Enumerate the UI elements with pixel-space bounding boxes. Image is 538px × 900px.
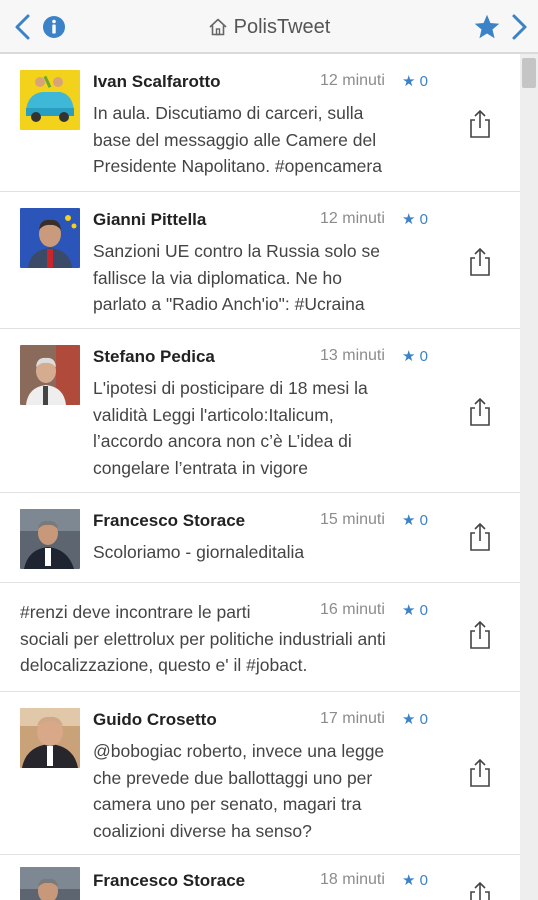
tweet-time: 17 minuti bbox=[320, 710, 385, 727]
tweet-item[interactable]: Stefano Pedica 13 minuti ★ 0 L'ipotesi d… bbox=[0, 329, 520, 493]
share-button[interactable] bbox=[466, 522, 494, 552]
tweet-text-line: parlato a "Radio Anch'io": #Ucraina bbox=[93, 294, 365, 314]
tweet-time: 12 minuti bbox=[320, 72, 385, 89]
app-header: PolisTweet bbox=[0, 0, 538, 54]
tweet-text-line: #renzi deve incontrare le parti bbox=[20, 602, 251, 622]
tweet-text: Scoloriamo - giornaleditalia bbox=[93, 539, 433, 566]
favorite-count[interactable]: ★ 0 bbox=[402, 511, 428, 529]
tweet-text-line: Presidente Napolitano. #opencamera bbox=[93, 156, 382, 176]
chevron-left-icon bbox=[15, 14, 30, 40]
tweet-text-line: fallisce la via diplomatica. Ne ho bbox=[93, 267, 343, 288]
share-icon bbox=[470, 620, 490, 649]
tweet-feed[interactable]: Ivan Scalfarotto 12 minuti ★ 0 In aula. … bbox=[0, 54, 520, 900]
tweet-text-line: che prevede due ballottaggi uno per bbox=[93, 767, 373, 788]
author-name[interactable]: Guido Crosetto bbox=[93, 710, 217, 730]
tweet-text: Sanzioni UE contro la Russia solo se fal… bbox=[93, 238, 433, 318]
share-icon bbox=[470, 758, 490, 787]
page-title: PolisTweet bbox=[233, 15, 331, 38]
header-title-group: PolisTweet bbox=[150, 0, 388, 54]
favorite-count[interactable]: ★ 0 bbox=[402, 871, 428, 889]
avatar bbox=[20, 345, 80, 405]
tweet-time: 12 minuti bbox=[320, 210, 385, 227]
avatar bbox=[20, 509, 80, 569]
tweet-text: L'ipotesi di posticipare di 18 mesi la v… bbox=[93, 375, 433, 481]
tweet-text-line: Sanzioni UE contro la Russia solo se bbox=[93, 241, 380, 261]
share-button[interactable] bbox=[466, 109, 494, 139]
tweet-item[interactable]: 16 minuti ★ 0 #renzi deve incontrare le … bbox=[0, 583, 520, 692]
avatar bbox=[20, 708, 80, 768]
author-name[interactable]: Stefano Pedica bbox=[93, 347, 215, 367]
avatar bbox=[20, 867, 80, 900]
author-name[interactable]: Gianni Pittella bbox=[93, 210, 206, 230]
tweet-text-line: l’accordo ancora non c’è L’idea di bbox=[93, 431, 352, 451]
tweet-time: 13 minuti bbox=[320, 347, 385, 364]
back-button[interactable] bbox=[8, 0, 36, 54]
tweet-text-line: L'ipotesi di posticipare di 18 mesi la bbox=[93, 378, 368, 398]
tweet-text-line: In aula. Discutiamo di carceri, sulla bbox=[93, 103, 364, 123]
favorite-count[interactable]: ★ 0 bbox=[402, 72, 428, 90]
tweet-item[interactable]: Guido Crosetto 17 minuti ★ 0 @bobogiac r… bbox=[0, 692, 520, 855]
author-name[interactable]: Ivan Scalfarotto bbox=[93, 72, 221, 92]
forward-button[interactable] bbox=[506, 0, 534, 54]
tweet-text-line: congelare l’entrata in vigore bbox=[93, 457, 308, 478]
favorite-count[interactable]: ★ 0 bbox=[402, 347, 428, 365]
tweet-text-line: coalizioni diverse ha senso? bbox=[93, 820, 312, 841]
author-name[interactable]: Francesco Storace bbox=[93, 871, 245, 891]
share-icon bbox=[470, 247, 490, 276]
tweet-text-line: delocalizzazione, questo e' il #jobact. bbox=[20, 655, 308, 675]
share-button[interactable] bbox=[466, 620, 494, 650]
tweet-text-line: camera uno per senato, magari tra bbox=[93, 794, 362, 814]
favorites-button[interactable] bbox=[470, 0, 504, 54]
tweet-text-line: validità Leggi l'articolo:Italicum, bbox=[93, 404, 334, 425]
avatar bbox=[20, 208, 80, 268]
share-icon bbox=[470, 397, 490, 426]
tweet-item[interactable]: Francesco Storace 15 minuti ★ 0 Scoloria… bbox=[0, 493, 520, 583]
tweet-text-line: sociali per elettrolux per politiche ind… bbox=[20, 628, 386, 649]
info-icon bbox=[43, 16, 65, 38]
favorite-count[interactable]: ★ 0 bbox=[402, 210, 428, 228]
tweet-item[interactable]: Gianni Pittella 12 minuti ★ 0 Sanzioni U… bbox=[0, 192, 520, 329]
share-icon bbox=[470, 522, 490, 551]
share-icon bbox=[470, 109, 490, 138]
share-button[interactable] bbox=[466, 758, 494, 788]
share-icon bbox=[470, 881, 490, 900]
scrollbar-thumb[interactable] bbox=[522, 58, 536, 88]
tweet-item[interactable]: Ivan Scalfarotto 12 minuti ★ 0 In aula. … bbox=[0, 54, 520, 192]
tweet-time: 18 minuti bbox=[320, 871, 385, 888]
share-button[interactable] bbox=[466, 397, 494, 427]
chevron-right-icon bbox=[512, 14, 527, 40]
tweet-text: @bobogiac roberto, invece una legge che … bbox=[93, 738, 433, 844]
favorite-count[interactable]: ★ 0 bbox=[402, 710, 428, 728]
tweet-text-line: @bobogiac roberto, invece una legge bbox=[93, 741, 385, 761]
share-button[interactable] bbox=[466, 247, 494, 277]
scrollbar[interactable] bbox=[520, 54, 538, 900]
author-name[interactable]: Francesco Storace bbox=[93, 511, 245, 531]
tweet-text: #renzi deve incontrare le parti sociali … bbox=[20, 599, 440, 679]
star-icon bbox=[474, 14, 500, 39]
tweet-item[interactable]: Francesco Storace 18 minuti ★ 0 bbox=[0, 855, 520, 900]
avatar bbox=[20, 70, 80, 130]
tweet-time: 15 minuti bbox=[320, 511, 385, 528]
home-icon bbox=[209, 18, 227, 36]
share-button[interactable] bbox=[466, 881, 494, 900]
tweet-text: In aula. Discutiamo di carceri, sulla ba… bbox=[93, 100, 433, 180]
tweet-text-line: Scoloriamo - giornaleditalia bbox=[93, 542, 305, 562]
info-button[interactable] bbox=[38, 0, 70, 54]
tweet-text-line: base del messaggio alle Camere del bbox=[93, 129, 377, 150]
